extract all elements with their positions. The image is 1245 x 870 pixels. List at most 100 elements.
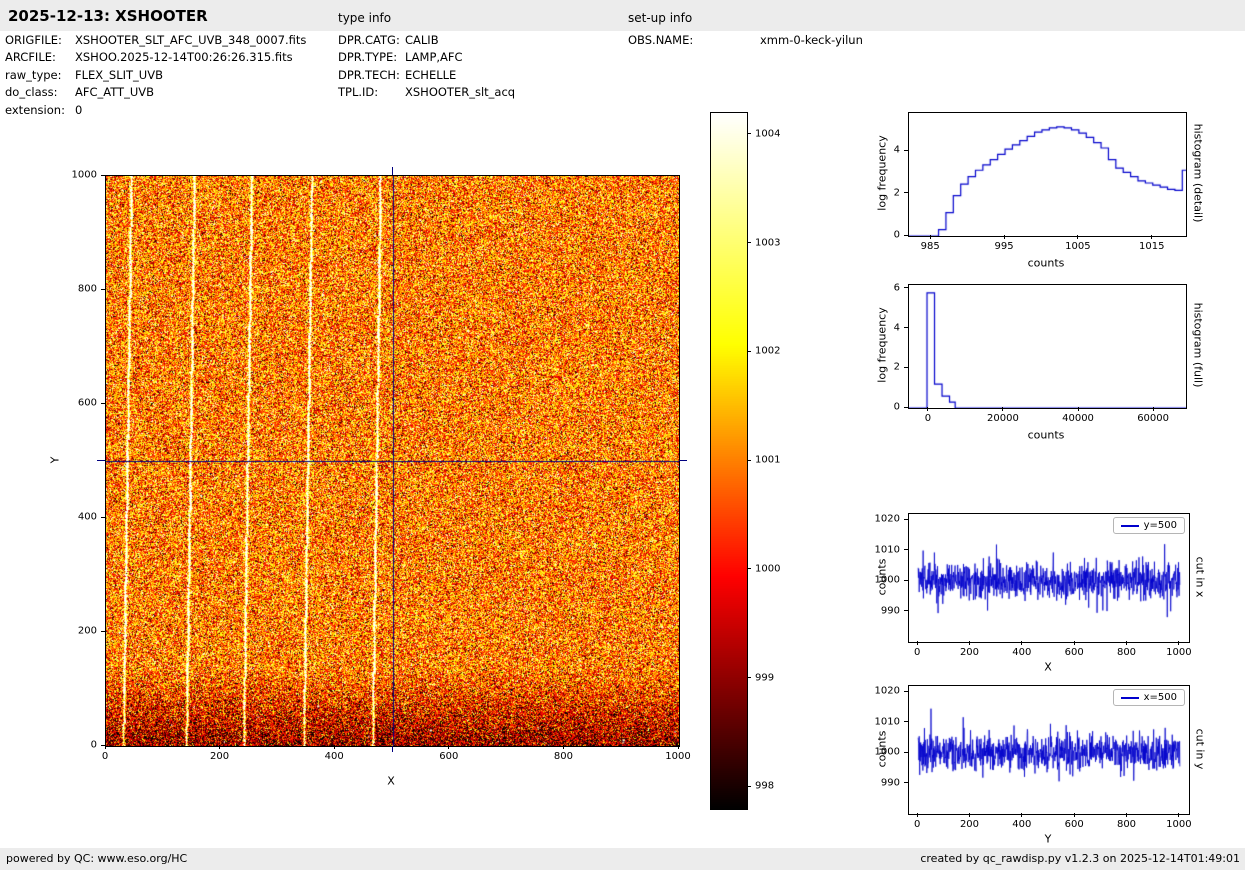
tick-mark — [904, 691, 908, 692]
tick-label: 1001 — [755, 455, 780, 466]
meta-row-doclass: do_class:AFC_ATT_UVB — [5, 85, 306, 102]
meta-label: ORIGFILE: — [5, 33, 75, 47]
histogram-full-canvas — [909, 285, 1186, 408]
tick-mark — [1074, 641, 1075, 645]
crosshair-stub — [392, 746, 393, 752]
tick-label: 1005 — [1065, 241, 1090, 252]
tick-mark — [678, 745, 679, 749]
histogram-full-right-label: histogram (full) — [1192, 303, 1205, 388]
tick-label: 1010 — [854, 716, 900, 727]
tick-label: 1020 — [854, 686, 900, 697]
tick-label: 999 — [755, 672, 774, 683]
tick-label: 0 — [854, 402, 900, 413]
tick-mark — [1151, 235, 1152, 239]
meta-value: xmm-0-keck-yilun — [760, 33, 863, 47]
meta-row-origfile: ORIGFILE:XSHOOTER_SLT_AFC_UVB_348_0007.f… — [5, 33, 306, 50]
meta-label: do_class: — [5, 85, 75, 99]
tick-mark — [930, 235, 931, 239]
crosshair-stub — [97, 460, 105, 461]
meta-value: CALIB — [405, 33, 439, 47]
histogram-full-plot — [908, 284, 1187, 409]
meta-value: XSHOOTER_SLT_AFC_UVB_348_0007.fits — [75, 33, 306, 47]
footer-left-text: powered by QC: www.eso.org/HC — [6, 852, 187, 865]
tick-label: 0 — [854, 230, 900, 241]
tick-mark — [904, 327, 908, 328]
tick-mark — [904, 721, 908, 722]
tick-label: 1000 — [1166, 819, 1191, 830]
meta-row-arcfile: ARCFILE:XSHOO.2025-12-14T00:26:26.315.fi… — [5, 50, 306, 67]
meta-value: AFC_ATT_UVB — [75, 85, 154, 99]
tick-label: 1000 — [854, 747, 900, 758]
tick-label: 0 — [51, 740, 97, 751]
metadata-column-file: ORIGFILE:XSHOOTER_SLT_AFC_UVB_348_0007.f… — [5, 33, 306, 120]
tick-mark — [904, 287, 908, 288]
tick-mark — [101, 289, 105, 290]
tick-label: 20000 — [987, 413, 1019, 424]
tick-mark — [1126, 813, 1127, 817]
tick-label: 600 — [1065, 819, 1084, 830]
tick-mark — [904, 519, 908, 520]
tick-label: 200 — [51, 626, 97, 637]
tick-mark — [904, 407, 908, 408]
tick-mark — [927, 407, 928, 411]
footer-right-text: created by qc_rawdisp.py v1.2.3 on 2025-… — [920, 852, 1240, 865]
tick-mark — [917, 641, 918, 645]
metadata-column-type: DPR.CATG:CALIB DPR.TYPE:LAMP,AFC DPR.TEC… — [338, 33, 515, 103]
tick-mark — [747, 568, 751, 569]
tick-label: 400 — [1012, 647, 1031, 658]
meta-value: XSHOOTER_slt_acq — [405, 85, 515, 99]
tick-label: 800 — [554, 751, 573, 762]
meta-value: LAMP,AFC — [405, 50, 463, 64]
tick-mark — [904, 367, 908, 368]
histogram-detail-plot — [908, 112, 1187, 237]
tick-mark — [1178, 813, 1179, 817]
tick-mark — [904, 549, 908, 550]
tick-mark — [969, 813, 970, 817]
tick-mark — [904, 580, 908, 581]
tick-label: 1002 — [755, 346, 780, 357]
crosshair-stub — [679, 460, 687, 461]
tick-mark — [747, 786, 751, 787]
legend-line-icon — [1121, 697, 1139, 699]
tick-mark — [1002, 407, 1003, 411]
meta-row-obsname: OBS.NAME:xmm-0-keck-yilun — [628, 33, 863, 50]
tick-label: 1000 — [51, 170, 97, 181]
tick-label: 800 — [51, 284, 97, 295]
meta-label: OBS.NAME: — [628, 33, 760, 47]
tick-mark — [1074, 813, 1075, 817]
tick-label: 985 — [921, 241, 940, 252]
meta-value: XSHOO.2025-12-14T00:26:26.315.fits — [75, 50, 293, 64]
cut-in-x-right-label: cut in x — [1194, 557, 1207, 598]
tick-label: 400 — [1012, 819, 1031, 830]
tick-mark — [917, 813, 918, 817]
tick-mark — [101, 631, 105, 632]
cut-in-x-plot: y=500 — [908, 513, 1190, 643]
cut-in-x-x-label: X — [1044, 661, 1052, 674]
tick-mark — [747, 242, 751, 243]
tick-label: 0 — [102, 751, 108, 762]
cut-in-y-plot: x=500 — [908, 685, 1190, 815]
tick-mark — [969, 641, 970, 645]
tick-label: 6 — [854, 282, 900, 293]
tick-label: 400 — [325, 751, 344, 762]
tick-label: 4 — [854, 322, 900, 333]
meta-value: 0 — [75, 103, 82, 117]
cut-in-y-x-label: Y — [1045, 833, 1052, 846]
tick-mark — [1178, 641, 1179, 645]
tick-mark — [1004, 235, 1005, 239]
main-x-axis-label: X — [387, 775, 395, 788]
tick-mark — [1153, 407, 1154, 411]
tick-label: 990 — [854, 605, 900, 616]
meta-label: extension: — [5, 103, 75, 117]
tick-label: 0 — [925, 413, 931, 424]
meta-label: ARCFILE: — [5, 50, 75, 64]
tick-label: 40000 — [1062, 413, 1094, 424]
meta-label: DPR.TECH: — [338, 68, 405, 82]
meta-label: DPR.CATG: — [338, 33, 405, 47]
tick-mark — [219, 745, 220, 749]
tick-mark — [904, 192, 908, 193]
tick-label: 1004 — [755, 128, 780, 139]
meta-row-tplid: TPL.ID:XSHOOTER_slt_acq — [338, 85, 515, 102]
tick-mark — [448, 745, 449, 749]
tick-mark — [1078, 407, 1079, 411]
